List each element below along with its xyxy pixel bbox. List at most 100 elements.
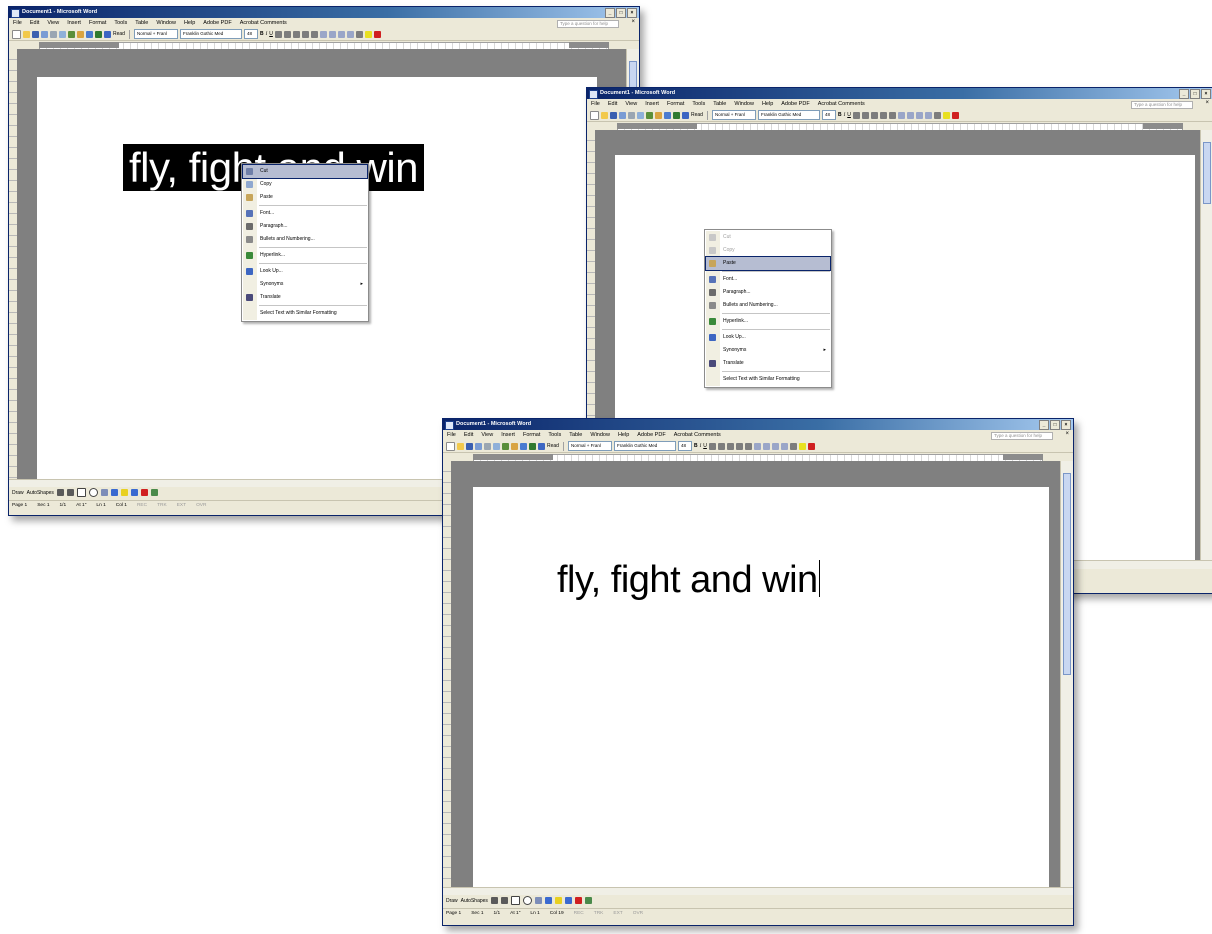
font-size-combo[interactable]: 48 (243, 29, 258, 39)
menu-adobe-pdf[interactable]: Adobe PDF (637, 432, 665, 438)
menu-edit[interactable]: Edit (464, 432, 473, 438)
status-trk[interactable]: TRK (594, 911, 604, 916)
draw-menu[interactable]: Draw (12, 490, 24, 496)
new-icon[interactable] (446, 441, 455, 451)
document-page[interactable] (473, 487, 1049, 887)
menu-format[interactable]: Format (523, 432, 540, 438)
style-combo[interactable]: Normal + Franl (133, 29, 178, 39)
italic-button[interactable]: I (266, 32, 268, 37)
wordart-icon[interactable] (110, 489, 118, 496)
close-button[interactable]: × (627, 8, 637, 18)
status-ovr[interactable]: OVR (196, 503, 206, 508)
align-center-icon[interactable] (861, 111, 869, 119)
menu-format[interactable]: Format (89, 20, 106, 26)
font-combo[interactable]: Franklin Gothic Med (757, 110, 820, 120)
undo-icon[interactable] (520, 442, 527, 450)
align-left-icon[interactable] (274, 30, 282, 38)
highlight-icon[interactable] (942, 111, 950, 119)
spelling-icon[interactable] (646, 111, 653, 119)
open-icon[interactable] (23, 30, 30, 38)
context-hyperlink[interactable]: Hyperlink... (243, 249, 367, 262)
print-preview-icon[interactable] (59, 30, 66, 38)
menu-tools[interactable]: Tools (692, 101, 705, 107)
title-bar[interactable]: Document1 - Microsoft Word _ □ × (9, 7, 639, 18)
bullets-icon[interactable] (762, 442, 770, 450)
status-rec[interactable]: REC (574, 911, 584, 916)
bold-button[interactable]: B (694, 443, 698, 449)
shadow-icon[interactable] (584, 897, 592, 904)
research-icon[interactable] (77, 30, 84, 38)
line-icon[interactable] (56, 489, 64, 496)
decrease-indent-icon[interactable] (915, 111, 923, 119)
context-synonyms[interactable]: Synonyms ▸ (706, 344, 830, 357)
context-lookup[interactable]: Look Up... (706, 331, 830, 344)
print-icon[interactable] (50, 30, 57, 38)
context-cut[interactable]: Cut (706, 231, 830, 244)
help-search-input[interactable]: Type a question for help (557, 20, 619, 28)
context-bullets[interactable]: Bullets and Numbering... (706, 299, 830, 312)
menu-tools[interactable]: Tools (114, 20, 127, 26)
border-icon[interactable] (355, 30, 363, 38)
context-synonyms[interactable]: Synonyms ▸ (243, 278, 367, 291)
increase-indent-icon[interactable] (780, 442, 788, 450)
numbering-icon[interactable] (319, 30, 327, 38)
numbering-icon[interactable] (753, 442, 761, 450)
decrease-indent-icon[interactable] (337, 30, 345, 38)
menu-format[interactable]: Format (667, 101, 684, 107)
menu-acrobat-comments[interactable]: Acrobat Comments (674, 432, 721, 438)
context-select-similar[interactable]: Select Text with Similar Formatting (243, 307, 367, 320)
hyperlink-icon[interactable] (95, 30, 102, 38)
typed-text[interactable]: fly, fight and win (557, 559, 818, 601)
menu-adobe-pdf[interactable]: Adobe PDF (781, 101, 809, 107)
menu-edit[interactable]: Edit (608, 101, 617, 107)
align-right-icon[interactable] (870, 111, 878, 119)
menu-table[interactable]: Table (569, 432, 582, 438)
increase-indent-icon[interactable] (924, 111, 932, 119)
status-rec[interactable]: REC (137, 503, 147, 508)
document-close-icon[interactable]: × (1205, 100, 1209, 106)
print-icon[interactable] (484, 442, 491, 450)
menu-help[interactable]: Help (618, 432, 629, 438)
menu-acrobat-comments[interactable]: Acrobat Comments (240, 20, 287, 26)
context-select-similar[interactable]: Select Text with Similar Formatting (706, 373, 830, 386)
align-center-icon[interactable] (283, 30, 291, 38)
open-icon[interactable] (457, 442, 464, 450)
font-color-icon[interactable] (373, 30, 381, 38)
save-icon[interactable] (610, 111, 617, 119)
menu-acrobat-comments[interactable]: Acrobat Comments (818, 101, 865, 107)
research-icon[interactable] (655, 111, 662, 119)
rectangle-icon[interactable] (76, 488, 86, 497)
context-translate[interactable]: Translate (706, 357, 830, 370)
menu-view[interactable]: View (481, 432, 493, 438)
justify-icon[interactable] (879, 111, 887, 119)
shadow-icon[interactable] (150, 489, 158, 496)
context-cut[interactable]: Cut (242, 164, 368, 179)
italic-button[interactable]: I (700, 444, 702, 449)
bullets-icon[interactable] (906, 111, 914, 119)
textbox-icon[interactable] (534, 897, 542, 904)
undo-icon[interactable] (86, 30, 93, 38)
save-icon[interactable] (466, 442, 473, 450)
underline-button[interactable]: U (703, 443, 707, 449)
font-size-combo[interactable]: 48 (677, 441, 692, 451)
oval-icon[interactable] (522, 896, 532, 905)
minimize-button[interactable]: _ (605, 8, 615, 18)
document-close-icon[interactable]: × (1065, 431, 1069, 437)
menu-insert[interactable]: Insert (501, 432, 515, 438)
font-color-icon[interactable] (140, 489, 148, 496)
arrow-icon[interactable] (66, 489, 74, 496)
undo-icon[interactable] (664, 111, 671, 119)
print-icon[interactable] (628, 111, 635, 119)
line-spacing-icon[interactable] (888, 111, 896, 119)
menu-table[interactable]: Table (713, 101, 726, 107)
oval-icon[interactable] (88, 488, 98, 497)
context-paragraph[interactable]: Paragraph... (706, 286, 830, 299)
autoshapes-menu[interactable]: AutoShapes (27, 490, 54, 496)
hyperlink-icon[interactable] (529, 442, 536, 450)
justify-icon[interactable] (735, 442, 743, 450)
justify-icon[interactable] (301, 30, 309, 38)
menu-file[interactable]: File (13, 20, 22, 26)
menu-adobe-pdf[interactable]: Adobe PDF (203, 20, 231, 26)
minimize-button[interactable]: _ (1179, 89, 1189, 99)
menu-help[interactable]: Help (762, 101, 773, 107)
